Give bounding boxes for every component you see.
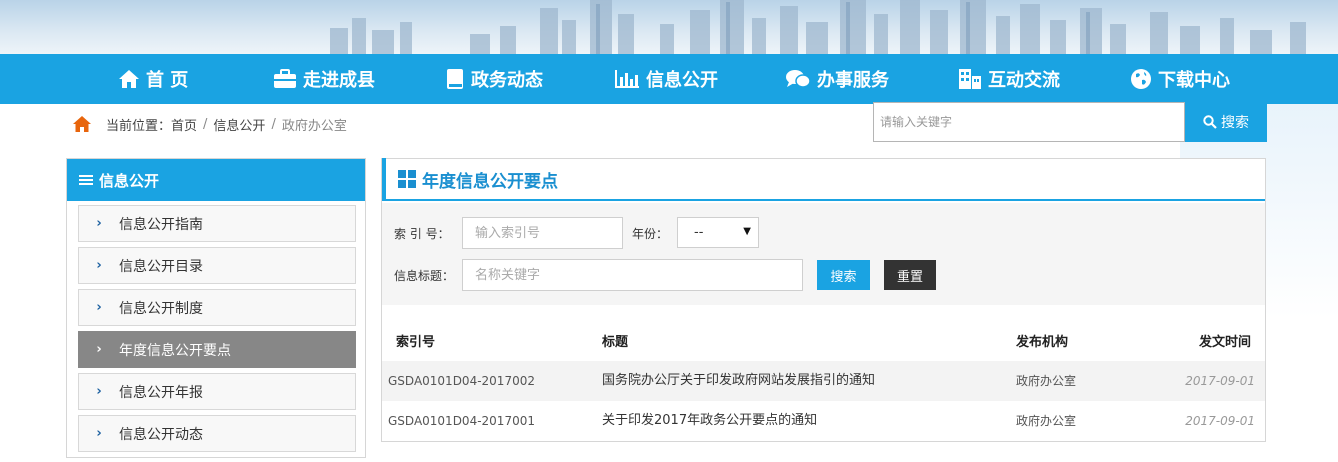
row-date: 2017-09-01 bbox=[1185, 414, 1255, 428]
breadcrumb-separator: / bbox=[271, 116, 276, 132]
chat-bubbles-icon bbox=[786, 70, 811, 88]
building-icon bbox=[959, 69, 981, 89]
column-header-index: 索引号 bbox=[396, 335, 436, 350]
nav-item-label: 信息公开 bbox=[646, 70, 718, 91]
menu-icon bbox=[79, 175, 93, 185]
year-select-value: -- bbox=[694, 225, 704, 240]
city-skyline-image bbox=[330, 0, 1306, 54]
table-row[interactable]: GSDA0101D04-2017001 关于印发2017年政务公开要点的通知 政… bbox=[382, 401, 1265, 441]
column-header-org: 发布机构 bbox=[1016, 335, 1069, 350]
panel-header: 年度信息公开要点 bbox=[382, 158, 1265, 201]
sidebar-item-label: 信息公开指南 bbox=[119, 216, 203, 233]
column-header-date: 发文时间 bbox=[1198, 335, 1251, 350]
breadcrumb-info-public-link[interactable]: 信息公开 bbox=[213, 115, 265, 134]
table-header: 索引号 标题 发布机构 发文时间 bbox=[382, 325, 1265, 361]
chevron-right-icon: › bbox=[96, 342, 102, 357]
home-icon bbox=[73, 116, 91, 132]
sidebar-item-annual-report[interactable]: › 信息公开年报 bbox=[78, 373, 356, 410]
nav-item-label: 政务动态 bbox=[471, 70, 543, 91]
globe-icon bbox=[1131, 69, 1151, 89]
bar-chart-icon bbox=[615, 70, 639, 88]
row-date: 2017-09-01 bbox=[1185, 374, 1255, 388]
nav-item-label: 办事服务 bbox=[817, 70, 889, 91]
row-index-number: GSDA0101D04-2017001 bbox=[388, 414, 535, 428]
filter-search-button-label: 搜索 bbox=[830, 269, 857, 285]
content-panel: 年度信息公开要点 索 引 号： 年份： -- ▼ 信息标题： 搜索 重置 索引号… bbox=[381, 158, 1266, 442]
chevron-right-icon: › bbox=[96, 384, 102, 399]
row-title-link[interactable]: 国务院办公厅关于印发政府网站发展指引的通知 bbox=[602, 361, 875, 401]
panel-title-text: 年度信息公开要点 bbox=[422, 171, 558, 192]
sidebar-item-dynamics[interactable]: › 信息公开动态 bbox=[78, 415, 356, 452]
year-label: 年份： bbox=[632, 227, 669, 241]
sidebar-item-system[interactable]: › 信息公开制度 bbox=[78, 289, 356, 326]
sidebar-item-label: 信息公开动态 bbox=[119, 426, 203, 443]
breadcrumb-current: 政府办公室 bbox=[281, 118, 347, 134]
nav-item-services[interactable]: 办事服务 bbox=[785, 54, 889, 104]
site-search-input[interactable] bbox=[873, 102, 1185, 142]
nav-item-label: 下载中心 bbox=[1158, 70, 1230, 91]
row-title-link[interactable]: 关于印发2017年政务公开要点的通知 bbox=[602, 401, 817, 441]
nav-item-info-public[interactable]: 信息公开 bbox=[614, 54, 718, 104]
column-header-title: 标题 bbox=[602, 335, 629, 350]
panel-header-accent bbox=[382, 158, 386, 200]
search-icon bbox=[1203, 115, 1217, 129]
sidebar-item-catalog[interactable]: › 信息公开目录 bbox=[78, 247, 356, 284]
panel-title: 年度信息公开要点 bbox=[398, 167, 558, 192]
row-org: 政府办公室 bbox=[1016, 374, 1077, 388]
chevron-right-icon: › bbox=[96, 300, 102, 315]
sidebar-item-label: 信息公开目录 bbox=[119, 258, 203, 275]
info-title-input[interactable] bbox=[462, 259, 803, 291]
filter-search-button[interactable]: 搜索 bbox=[817, 260, 870, 290]
page: 首 页 走进成县 政务动态 信息公开 办事服务 互动交流 下载中心 当前位置： … bbox=[0, 0, 1338, 462]
site-search-button-label: 搜索 bbox=[1221, 115, 1249, 131]
sidebar-header: 信息公开 bbox=[67, 159, 365, 201]
chevron-right-icon: › bbox=[96, 426, 102, 441]
sidebar: 信息公开 › 信息公开指南 › 信息公开目录 › 信息公开制度 › 年度信息公开… bbox=[66, 158, 366, 458]
header-banner bbox=[0, 0, 1338, 54]
index-number-input[interactable] bbox=[462, 217, 623, 249]
main-nav: 首 页 走进成县 政务动态 信息公开 办事服务 互动交流 下载中心 bbox=[0, 54, 1338, 104]
breadcrumb-home-link[interactable]: 首页 bbox=[171, 115, 197, 134]
book-icon bbox=[447, 69, 463, 89]
nav-item-label: 首 页 bbox=[146, 70, 189, 91]
sidebar-item-label: 信息公开制度 bbox=[119, 300, 203, 317]
sidebar-title: 信息公开 bbox=[99, 171, 160, 190]
nav-item-label: 走进成县 bbox=[303, 70, 375, 91]
caret-down-icon: ▼ bbox=[743, 226, 751, 237]
nav-item-news[interactable]: 政务动态 bbox=[445, 54, 543, 104]
nav-item-interaction[interactable]: 互动交流 bbox=[958, 54, 1060, 104]
nav-item-downloads[interactable]: 下载中心 bbox=[1130, 54, 1230, 104]
breadcrumb-separator: / bbox=[203, 116, 208, 132]
sidebar-item-label: 年度信息公开要点 bbox=[119, 342, 231, 359]
chevron-right-icon: › bbox=[96, 216, 102, 231]
nav-item-about[interactable]: 走进成县 bbox=[273, 54, 375, 104]
filter-reset-button-label: 重置 bbox=[896, 269, 923, 285]
breadcrumb: 当前位置： 首页 / 信息公开 / 政府办公室 bbox=[66, 104, 866, 144]
sidebar-item-annual-points[interactable]: › 年度信息公开要点 bbox=[78, 331, 356, 368]
grid-icon bbox=[398, 170, 416, 188]
table-row[interactable]: GSDA0101D04-2017002 国务院办公厅关于印发政府网站发展指引的通… bbox=[382, 361, 1265, 401]
year-select[interactable]: -- ▼ bbox=[677, 217, 759, 248]
nav-item-home[interactable]: 首 页 bbox=[118, 54, 188, 104]
breadcrumb-prefix: 当前位置： bbox=[106, 118, 172, 134]
chevron-right-icon: › bbox=[96, 258, 102, 273]
row-org: 政府办公室 bbox=[1016, 414, 1077, 428]
info-title-label: 信息标题： bbox=[394, 269, 455, 283]
briefcase-icon bbox=[274, 69, 296, 88]
index-number-label: 索 引 号： bbox=[394, 227, 450, 241]
nav-item-label: 互动交流 bbox=[988, 70, 1060, 91]
sidebar-item-guide[interactable]: › 信息公开指南 bbox=[78, 205, 356, 242]
site-search-button[interactable]: 搜索 bbox=[1185, 102, 1267, 142]
filter-form: 索 引 号： 年份： -- ▼ 信息标题： 搜索 重置 bbox=[382, 203, 1265, 305]
row-index-number: GSDA0101D04-2017002 bbox=[388, 374, 535, 388]
sidebar-item-label: 信息公开年报 bbox=[119, 384, 203, 401]
filter-reset-button[interactable]: 重置 bbox=[884, 260, 936, 290]
home-icon bbox=[119, 70, 139, 88]
